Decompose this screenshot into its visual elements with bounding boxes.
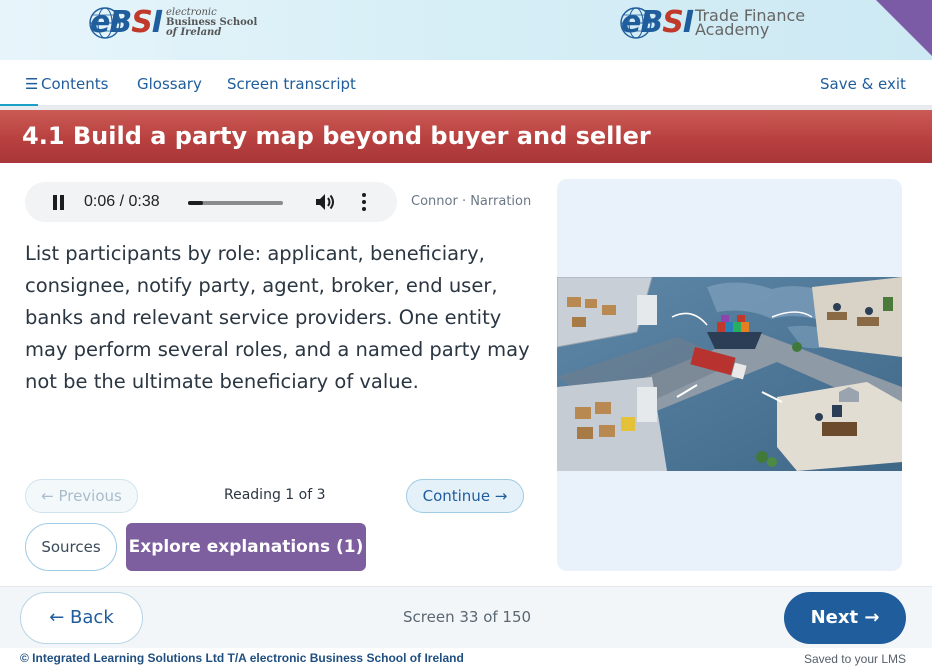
menu-icon: ☰ [25, 75, 39, 93]
copyright-text: © Integrated Learning Solutions Ltd T/A … [20, 651, 464, 665]
body-paragraph: List participants by role: applicant, be… [25, 242, 530, 393]
page-title: 4.1 Build a party map beyond buyer and s… [22, 122, 651, 150]
volume-icon[interactable] [314, 192, 336, 212]
footer-nav: ← Back Screen 33 of 150 Next → [0, 586, 932, 648]
globe-icon [89, 7, 121, 39]
continue-button[interactable]: Continue → [406, 479, 524, 513]
audio-seek-bar[interactable] [188, 201, 283, 205]
narrator-label: Connor · Narration [411, 194, 532, 209]
explore-explanations-button[interactable]: Explore explanations (1) [126, 523, 366, 571]
globe-icon [620, 7, 652, 39]
back-button[interactable]: ← Back [20, 592, 143, 644]
pause-icon[interactable] [52, 195, 64, 210]
reading-status: Reading 1 of 3 [224, 487, 326, 503]
more-vert-icon[interactable] [361, 193, 367, 211]
contents-menu[interactable]: ☰ Contents [25, 75, 108, 93]
contents-label: Contents [41, 75, 109, 93]
trade-finance-academy-logo[interactable]: eBSI Trade Finance Academy [619, 6, 805, 40]
audio-time: 0:06 / 0:38 [84, 193, 160, 210]
top-nav: ☰ Contents Glossary Screen transcript Sav… [0, 60, 932, 107]
image-panel [557, 179, 902, 571]
site-header: eBSI electronic Business School of Irela… [0, 0, 932, 60]
bottom-bar: © Integrated Learning Solutions Ltd T/A … [0, 648, 932, 667]
audio-player: 0:06 / 0:38 [25, 182, 397, 222]
screen-transcript-link[interactable]: Screen transcript [227, 75, 356, 93]
save-exit-link[interactable]: Save & exit [820, 75, 906, 93]
save-status: Saved to your LMS [803, 652, 906, 666]
previous-reading-button[interactable]: ← Previous [25, 479, 138, 513]
trade-parties-illustration [557, 277, 902, 471]
sources-button[interactable]: Sources [25, 523, 117, 571]
logo-line3: of Ireland [166, 27, 222, 38]
logo-line2: Academy [695, 20, 770, 39]
audio-progress [188, 201, 204, 205]
screen-counter: Screen 33 of 150 [403, 608, 532, 626]
glossary-link[interactable]: Glossary [137, 75, 202, 93]
ebsi-logo[interactable]: eBSI electronic Business School of Irela… [88, 6, 257, 40]
title-banner: 4.1 Build a party map beyond buyer and s… [0, 110, 932, 163]
next-button[interactable]: Next → [784, 592, 906, 644]
corner-accent [876, 0, 932, 56]
